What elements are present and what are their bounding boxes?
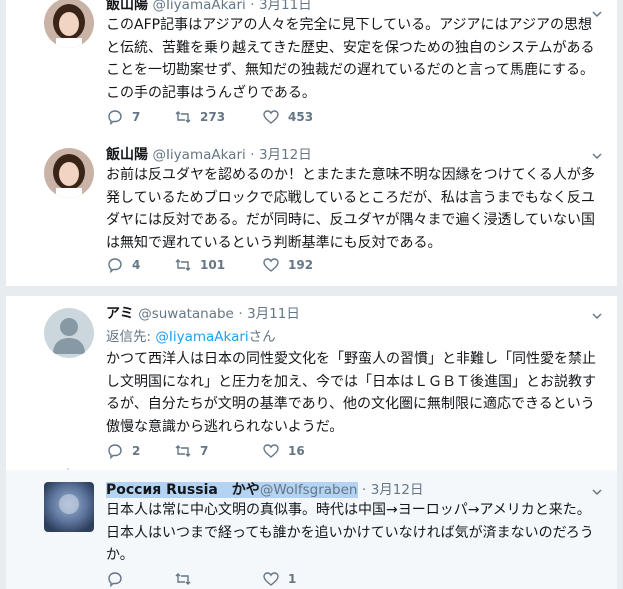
reply-icon	[108, 572, 122, 588]
tweet[interactable]: 飯山陽 @IiyamaAkari · 3月12日 お前は反ユダヤを認めるのか！と…	[6, 142, 617, 286]
reply-button[interactable]: 2	[106, 442, 174, 460]
reply-icon	[108, 258, 122, 274]
like-count: 453	[288, 110, 314, 124]
reply-to-link[interactable]: @IiyamaAkari	[155, 329, 248, 345]
like-button[interactable]: 1	[262, 570, 342, 588]
conversation-separator	[6, 286, 617, 296]
tweet-text: 日本人は常に中心文明の真似事。時代は中国→ヨーロッパ→アメリカと来た。 日本人は…	[106, 502, 594, 563]
like-count: 192	[288, 258, 314, 272]
tweet-actions: 2 7 16	[106, 441, 342, 461]
right-gutter	[617, 0, 623, 589]
reply-button[interactable]: 7	[106, 108, 174, 126]
tweet-date[interactable]: 3月11日	[259, 0, 312, 13]
like-count: 16	[288, 444, 305, 458]
like-count: 1	[288, 572, 297, 586]
tweet-text: お前は反ユダヤを認めるのか！とまたまた意味不明な因縁をつけてくる人が多 発してい…	[106, 167, 596, 251]
retweet-button[interactable]: 7	[174, 442, 262, 460]
retweet-count: 7	[200, 444, 209, 458]
timeline: 飯山陽 @IiyamaAkari · 3月11日 このAFP記事はアジアの人々を…	[0, 0, 623, 589]
tweet[interactable]: 飯山陽 @IiyamaAkari · 3月11日 このAFP記事はアジアの人々を…	[6, 0, 617, 142]
like-button[interactable]: 453	[262, 108, 342, 126]
reply-count: 7	[132, 110, 141, 124]
reply-icon	[108, 444, 122, 460]
tweet-actions: 7 273 453	[106, 107, 342, 127]
display-name[interactable]: 飯山陽	[106, 0, 148, 13]
tweet-date[interactable]: 3月12日	[371, 482, 424, 498]
like-icon	[263, 572, 279, 586]
retweet-button[interactable]: 101	[174, 256, 262, 274]
avatar[interactable]	[44, 308, 94, 358]
reply-context: 返信先: @IiyamaAkariさん	[106, 328, 276, 346]
reply-icon	[108, 110, 122, 126]
dot-separator: ·	[250, 147, 255, 163]
retweet-button[interactable]	[174, 570, 262, 588]
reply-button[interactable]: 4	[106, 256, 174, 274]
tweet-date[interactable]: 3月11日	[247, 306, 300, 322]
avatar[interactable]	[44, 0, 94, 48]
user-handle[interactable]: @IiyamaAkari	[152, 0, 245, 13]
like-button[interactable]: 16	[262, 442, 342, 460]
caret-down-icon[interactable]	[591, 150, 603, 162]
retweet-icon	[175, 445, 191, 457]
display-name[interactable]: Россия Russia かや	[106, 482, 260, 498]
reply-prefix: 返信先:	[106, 329, 156, 345]
dot-separator: ·	[238, 306, 243, 322]
tweet[interactable]: Россия Russia かや@Wolfsgraben · 3月12日 日本人…	[6, 470, 617, 589]
retweet-count: 101	[200, 258, 226, 272]
tweet-text: このAFP記事はアジアの人々を完全に見下している。アジアにはアジアの思想 と伝統…	[106, 17, 595, 101]
avatar[interactable]	[44, 482, 94, 532]
tweet-actions: 1	[106, 569, 342, 589]
retweet-icon	[175, 111, 191, 123]
tweet-header: アミ @suwatanabe · 3月11日	[106, 305, 300, 323]
like-icon	[263, 444, 279, 458]
tweet-text: かつて西洋人は日本の同性愛文化を「野蛮人の習慣」と非難し「同性愛を禁止 し文明国…	[106, 351, 596, 435]
retweet-button[interactable]: 273	[174, 108, 262, 126]
user-handle[interactable]: @IiyamaAkari	[152, 147, 245, 163]
tweet-header: 飯山陽 @IiyamaAkari · 3月11日	[106, 0, 312, 14]
like-icon	[263, 110, 279, 124]
caret-down-icon[interactable]	[591, 486, 603, 498]
retweet-icon	[175, 573, 191, 585]
user-handle[interactable]: @Wolfsgraben	[259, 482, 358, 498]
reply-button[interactable]	[106, 570, 174, 588]
tweet-header: Россия Russia かや@Wolfsgraben · 3月12日	[106, 481, 423, 499]
tweet-header: 飯山陽 @IiyamaAkari · 3月12日	[106, 146, 312, 164]
display-name[interactable]: アミ	[106, 306, 134, 322]
user-handle[interactable]: @suwatanabe	[138, 306, 234, 322]
caret-down-icon[interactable]	[591, 310, 603, 322]
dot-separator: ·	[250, 0, 255, 13]
like-button[interactable]: 192	[262, 256, 342, 274]
like-icon	[263, 258, 279, 272]
dot-separator: ·	[361, 482, 367, 498]
tweet-date[interactable]: 3月12日	[259, 147, 312, 163]
tweet-actions: 4 101 192	[106, 255, 342, 275]
avatar[interactable]	[44, 148, 94, 198]
retweet-count: 273	[200, 110, 226, 124]
display-name[interactable]: 飯山陽	[106, 147, 148, 163]
reply-suffix: さん	[248, 329, 276, 345]
reply-count: 4	[132, 258, 141, 272]
reply-count: 2	[132, 444, 141, 458]
tweet[interactable]: アミ @suwatanabe · 3月11日 返信先: @IiyamaAkari…	[6, 296, 617, 468]
retweet-icon	[175, 259, 191, 271]
